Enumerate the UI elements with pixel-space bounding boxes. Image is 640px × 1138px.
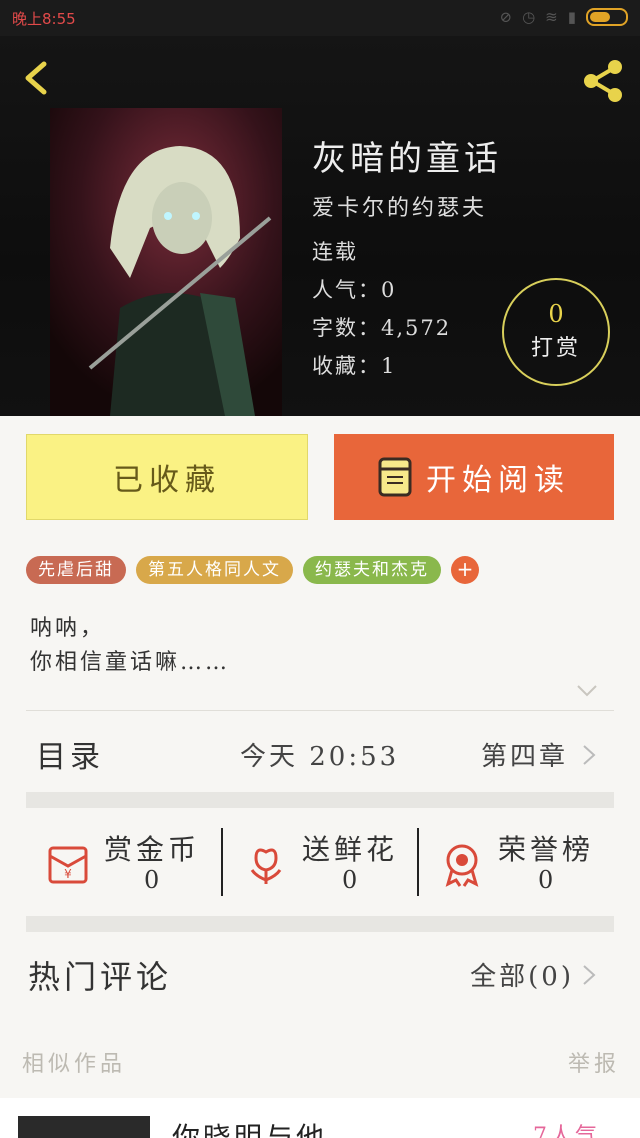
report-button[interactable]: 举报 — [568, 1046, 620, 1078]
chevron-left-icon[interactable] — [18, 58, 58, 98]
recommendation-thumbnail — [18, 1116, 150, 1138]
system-icons: ⊘ ◷ ≋ ▮ — [499, 8, 628, 26]
chevron-right-icon — [583, 965, 596, 985]
signal-icon: ▮ — [567, 8, 576, 26]
book-title: 灰暗的童话 — [312, 139, 502, 179]
table-of-contents-row[interactable]: 目录 今天 20:53 第四章 — [26, 712, 614, 792]
book-description: 呐呐， 你相信童话嘛…… — [30, 612, 230, 680]
divider — [221, 828, 223, 896]
share-icon[interactable] — [578, 56, 628, 106]
book-popularity: 人气：0 — [312, 278, 397, 302]
book-info: 灰暗的童话 爱卡尔的约瑟夫 连载 人气：0 字数：4,572 收藏：1 — [312, 131, 502, 388]
status-time: 晚上8:55 — [12, 10, 76, 28]
section-gap — [26, 792, 614, 808]
recommendation-popularity: 7人气 — [533, 1124, 600, 1138]
medal-icon — [445, 844, 479, 887]
book-header: 灰暗的童话 爱卡尔的约瑟夫 连载 人气：0 字数：4,572 收藏：1 0 打赏 — [0, 36, 640, 416]
stat-value: 0 — [144, 866, 160, 894]
svg-text:¥: ¥ — [64, 867, 72, 881]
section-gap — [26, 916, 614, 932]
hot-comments-row[interactable]: 热门评论 全部(0) — [26, 934, 614, 1014]
book-icon — [378, 457, 412, 497]
stat-label: 赏金币 — [104, 833, 201, 866]
tag-item[interactable]: 约瑟夫和杰克 — [303, 556, 441, 584]
tip-button[interactable]: 0 打赏 — [502, 278, 610, 386]
book-favorites: 收藏：1 — [312, 354, 397, 378]
tip-label: 打赏 — [530, 336, 581, 361]
recommendation-item[interactable]: 你晓明与他 7人气 — [0, 1098, 640, 1138]
reward-stats: ¥ 赏金币 0 送鲜花 0 荣誉榜 0 — [26, 812, 614, 916]
start-reading-button[interactable]: 开始阅读 — [334, 434, 614, 520]
stat-value: 0 — [342, 866, 358, 894]
book-cover — [50, 108, 282, 416]
tag-item[interactable]: 第五人格同人文 — [136, 556, 293, 584]
description-line: 呐呐， — [30, 616, 106, 641]
wifi-icon: ≋ — [545, 8, 558, 26]
alarm-icon: ◷ — [522, 8, 536, 26]
tag-list: 先虐后甜 第五人格同人文 约瑟夫和杰克 + — [26, 556, 479, 584]
chevron-right-icon — [583, 745, 596, 765]
stat-coins[interactable]: ¥ 赏金币 0 — [26, 812, 222, 916]
hot-comments-label: 热门评论 — [28, 958, 173, 996]
start-reading-label: 开始阅读 — [426, 463, 570, 498]
collect-label: 已收藏 — [113, 463, 221, 498]
add-tag-button[interactable]: + — [451, 556, 479, 584]
battery-icon — [586, 8, 628, 26]
chevron-down-icon[interactable] — [576, 684, 598, 698]
similar-works-label: 相似作品 — [22, 1052, 127, 1077]
stat-label: 送鲜花 — [302, 833, 399, 866]
all-comments-link[interactable]: 全部(0) — [470, 956, 574, 993]
collect-button[interactable]: 已收藏 — [26, 434, 308, 520]
toc-label: 目录 — [36, 740, 104, 775]
book-status: 连载 — [312, 240, 358, 264]
divider — [26, 710, 614, 711]
stat-honor[interactable]: 荣誉榜 0 — [420, 812, 616, 916]
tag-item[interactable]: 先虐后甜 — [26, 556, 126, 584]
divider — [417, 828, 419, 896]
toc-latest-chapter: 第四章 — [480, 742, 568, 772]
status-bar: 晚上8:55 ⊘ ◷ ≋ ▮ — [0, 0, 640, 36]
flower-icon — [250, 848, 282, 884]
recommendation-title: 你晓明与他 — [172, 1121, 328, 1138]
toc-updated-time: 今天 20:53 — [240, 742, 400, 772]
stat-flowers[interactable]: 送鲜花 0 — [224, 812, 420, 916]
tip-count: 0 — [548, 300, 564, 328]
red-envelope-icon: ¥ — [48, 846, 88, 884]
mute-icon: ⊘ — [499, 8, 513, 26]
stat-label: 荣誉榜 — [498, 833, 595, 866]
book-word-count: 字数：4,572 — [312, 316, 452, 340]
book-author[interactable]: 爱卡尔的约瑟夫 — [312, 190, 502, 222]
description-line: 你相信童话嘛…… — [30, 650, 231, 675]
stat-value: 0 — [538, 866, 554, 894]
